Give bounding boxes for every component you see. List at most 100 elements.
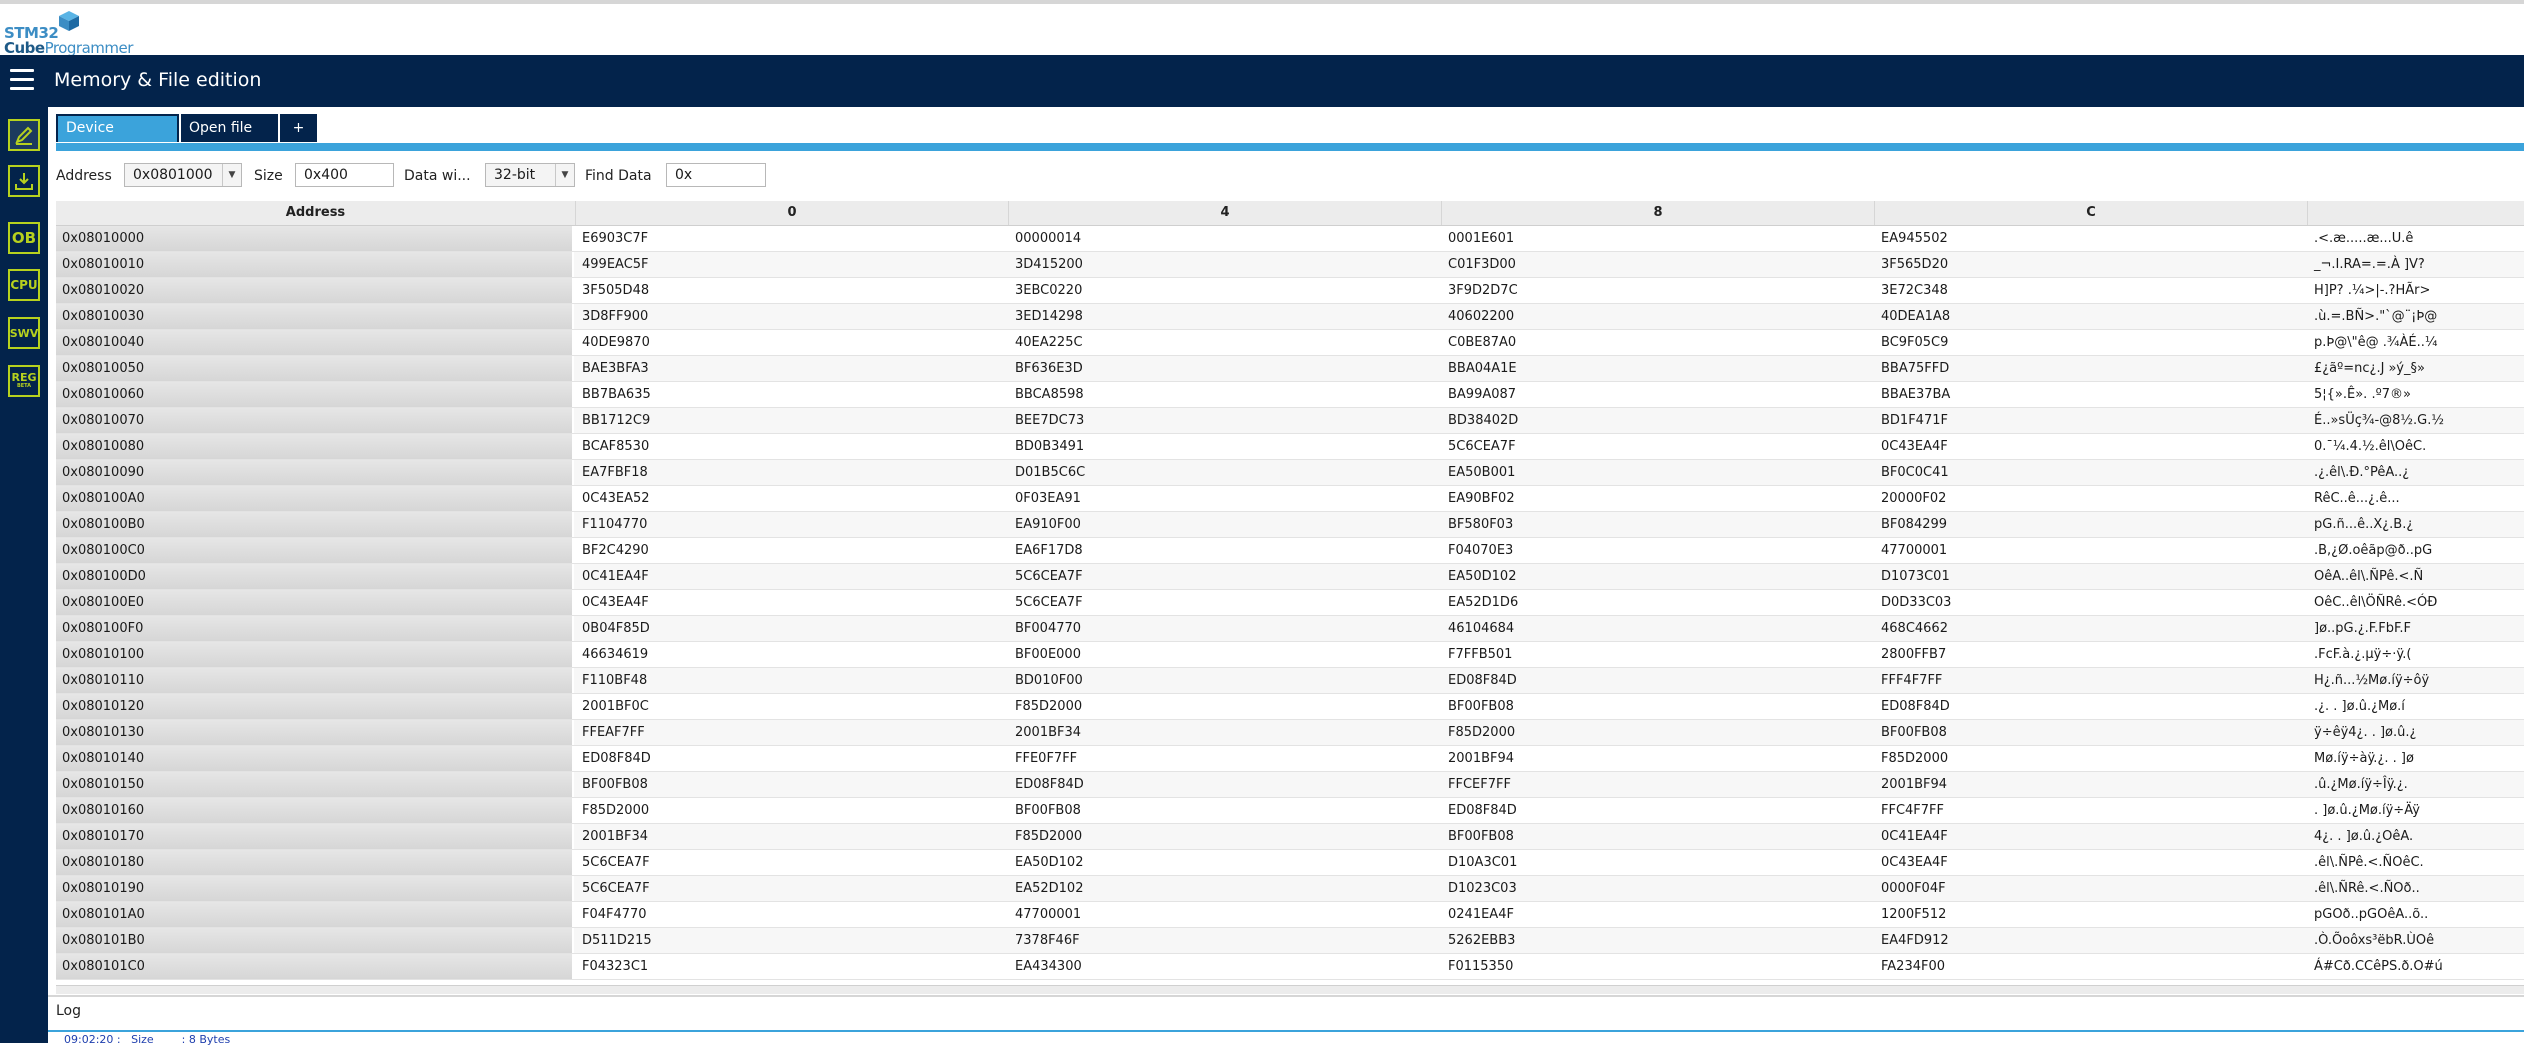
data-cell[interactable]: 3D8FF900 xyxy=(576,304,1009,329)
registers-button[interactable]: REG BETA xyxy=(8,365,40,397)
data-cell[interactable]: 3F505D48 xyxy=(576,278,1009,303)
table-row[interactable]: 0x08010030 3D8FF900 3ED14298 40602200 40DEA1… xyxy=(56,304,2524,330)
table-row[interactable]: 0x08010110 F110BF48 BD010F00 ED08F84D FFF4F7… xyxy=(56,668,2524,694)
data-cell[interactable]: D511D215 xyxy=(576,928,1009,953)
data-cell[interactable]: C01F3D00 xyxy=(1442,252,1875,277)
data-cell[interactable]: 40602200 xyxy=(1442,304,1875,329)
tab-device-memory[interactable]: Device memory xyxy=(56,114,179,160)
data-cell[interactable]: 5262EBB3 xyxy=(1442,928,1875,953)
data-cell[interactable]: 40DEA1A8 xyxy=(1875,304,2308,329)
data-cell[interactable]: FA234F00 xyxy=(1875,954,2308,979)
data-cell[interactable]: BF00E000 xyxy=(1009,642,1442,667)
data-cell[interactable]: FFEAF7FF xyxy=(576,720,1009,745)
data-cell[interactable]: EA4FD912 xyxy=(1875,928,2308,953)
data-cell[interactable]: BBA04A1E xyxy=(1442,356,1875,381)
table-row[interactable]: 0x08010120 2001BF0C F85D2000 BF00FB08 ED08F8… xyxy=(56,694,2524,720)
data-cell[interactable]: D10A3C01 xyxy=(1442,850,1875,875)
table-row[interactable]: 0x08010060 BB7BA635 BBCA8598 BA99A087 BBAE37… xyxy=(56,382,2524,408)
data-cell[interactable]: FFE0F7FF xyxy=(1009,746,1442,771)
data-cell[interactable]: 0F03EA91 xyxy=(1009,486,1442,511)
swv-button[interactable]: SWV xyxy=(8,317,40,349)
table-row[interactable]: 0x08010020 3F505D48 3EBC0220 3F9D2D7C 3E72C3… xyxy=(56,278,2524,304)
data-cell[interactable]: FFCEF7FF xyxy=(1442,772,1875,797)
data-cell[interactable]: EA434300 xyxy=(1009,954,1442,979)
table-row[interactable]: 0x080100D0 0C41EA4F 5C6CEA7F EA50D102 D1073C… xyxy=(56,564,2524,590)
data-cell[interactable]: 3D415200 xyxy=(1009,252,1442,277)
table-row[interactable]: 0x080100E0 0C43EA4F 5C6CEA7F EA52D1D6 D0D33C… xyxy=(56,590,2524,616)
data-cell[interactable]: 0000F04F xyxy=(1875,876,2308,901)
table-row[interactable]: 0x08010000 E6903C7F 00000014 0001E601 EA9455… xyxy=(56,226,2524,252)
table-row[interactable]: 0x080101C0 F04323C1 EA434300 F0115350 FA234F… xyxy=(56,954,2524,980)
data-cell[interactable]: 40EA225C xyxy=(1009,330,1442,355)
data-cell[interactable]: EA945502 xyxy=(1875,226,2308,251)
table-row[interactable]: 0x08010090 EA7FBF18 D01B5C6C EA50B001 BF0C0C… xyxy=(56,460,2524,486)
data-cell[interactable]: EA50D102 xyxy=(1442,564,1875,589)
column-header-address[interactable]: Address xyxy=(56,201,576,225)
data-cell[interactable]: BF00FB08 xyxy=(576,772,1009,797)
table-row[interactable]: 0x080100F0 0B04F85D BF004770 46104684 468C46… xyxy=(56,616,2524,642)
table-row[interactable]: 0x080101B0 D511D215 7378F46F 5262EBB3 EA4FD9… xyxy=(56,928,2524,954)
data-cell[interactable]: BF0C0C41 xyxy=(1875,460,2308,485)
data-cell[interactable]: 0C41EA4F xyxy=(576,564,1009,589)
table-row[interactable]: 0x08010150 BF00FB08 ED08F84D FFCEF7FF 2001BF… xyxy=(56,772,2524,798)
data-cell[interactable]: 0B04F85D xyxy=(576,616,1009,641)
data-cell[interactable]: EA52D102 xyxy=(1009,876,1442,901)
data-cell[interactable]: 2001BF0C xyxy=(576,694,1009,719)
data-cell[interactable]: 0241EA4F xyxy=(1442,902,1875,927)
table-row[interactable]: 0x080100B0 F1104770 EA910F00 BF580F03 BF0842… xyxy=(56,512,2524,538)
data-cell[interactable]: BB1712C9 xyxy=(576,408,1009,433)
table-row[interactable]: 0x08010010 499EAC5F 3D415200 C01F3D00 3F565D… xyxy=(56,252,2524,278)
data-cell[interactable]: BAE3BFA3 xyxy=(576,356,1009,381)
data-cell[interactable]: F0115350 xyxy=(1442,954,1875,979)
data-cell[interactable]: 46104684 xyxy=(1442,616,1875,641)
data-cell[interactable]: 47700001 xyxy=(1875,538,2308,563)
table-row[interactable]: 0x080100A0 0C43EA52 0F03EA91 EA90BF02 20000F… xyxy=(56,486,2524,512)
cpu-button[interactable]: CPU xyxy=(8,269,40,301)
data-cell[interactable]: 47700001 xyxy=(1009,902,1442,927)
data-cell[interactable]: BB7BA635 xyxy=(576,382,1009,407)
data-cell[interactable]: D1073C01 xyxy=(1875,564,2308,589)
data-cell[interactable]: 3EBC0220 xyxy=(1009,278,1442,303)
log-divider[interactable] xyxy=(48,995,2524,997)
table-row[interactable]: 0x08010040 40DE9870 40EA225C C0BE87A0 BC9F05… xyxy=(56,330,2524,356)
data-cell[interactable]: 1200F512 xyxy=(1875,902,2308,927)
data-cell[interactable]: BF084299 xyxy=(1875,512,2308,537)
data-cell[interactable]: BBCA8598 xyxy=(1009,382,1442,407)
data-cell[interactable]: 5C6CEA7F xyxy=(1009,564,1442,589)
erase-programming-download-icon[interactable] xyxy=(8,165,40,197)
data-cell[interactable]: BC9F05C9 xyxy=(1875,330,2308,355)
tab-open-file[interactable]: Open file xyxy=(181,114,278,142)
data-cell[interactable]: 40DE9870 xyxy=(576,330,1009,355)
data-cell[interactable]: 3ED14298 xyxy=(1009,304,1442,329)
data-cell[interactable]: 00000014 xyxy=(1009,226,1442,251)
column-header-0[interactable]: 0 xyxy=(576,201,1009,225)
table-row[interactable]: 0x08010070 BB1712C9 BEE7DC73 BD38402D BD1F47… xyxy=(56,408,2524,434)
data-cell[interactable]: F04070E3 xyxy=(1442,538,1875,563)
data-cell[interactable]: BF00FB08 xyxy=(1442,694,1875,719)
data-cell[interactable]: EA52D1D6 xyxy=(1442,590,1875,615)
column-header-4[interactable]: 4 xyxy=(1009,201,1442,225)
data-cell[interactable]: F85D2000 xyxy=(1442,720,1875,745)
data-cell[interactable]: 5C6CEA7F xyxy=(1442,434,1875,459)
data-cell[interactable]: BF00FB08 xyxy=(1875,720,2308,745)
data-cell[interactable]: BCAF8530 xyxy=(576,434,1009,459)
data-cell[interactable]: BBA75FFD xyxy=(1875,356,2308,381)
horizontal-scrollbar[interactable] xyxy=(56,985,2524,994)
data-cell[interactable]: BF00FB08 xyxy=(1009,798,1442,823)
data-cell[interactable]: BEE7DC73 xyxy=(1009,408,1442,433)
data-cell[interactable]: FFF4F7FF xyxy=(1875,668,2308,693)
data-cell[interactable]: ED08F84D xyxy=(1442,668,1875,693)
chevron-down-icon[interactable]: ▼ xyxy=(222,164,241,186)
column-header-8[interactable]: 8 xyxy=(1442,201,1875,225)
data-cell[interactable]: F1104770 xyxy=(576,512,1009,537)
data-cell[interactable]: 0C43EA4F xyxy=(576,590,1009,615)
data-cell[interactable]: F04F4770 xyxy=(576,902,1009,927)
data-cell[interactable]: 3F565D20 xyxy=(1875,252,2308,277)
data-cell[interactable]: 0C43EA4F xyxy=(1875,850,2308,875)
data-cell[interactable]: EA90BF02 xyxy=(1442,486,1875,511)
data-cell[interactable]: BBAE37BA xyxy=(1875,382,2308,407)
memory-edit-pencil-icon[interactable] xyxy=(8,119,40,151)
table-row[interactable]: 0x080100C0 BF2C4290 EA6F17D8 F04070E3 477000… xyxy=(56,538,2524,564)
data-cell[interactable]: 5C6CEA7F xyxy=(576,850,1009,875)
size-input[interactable]: 0x400 xyxy=(295,163,394,187)
